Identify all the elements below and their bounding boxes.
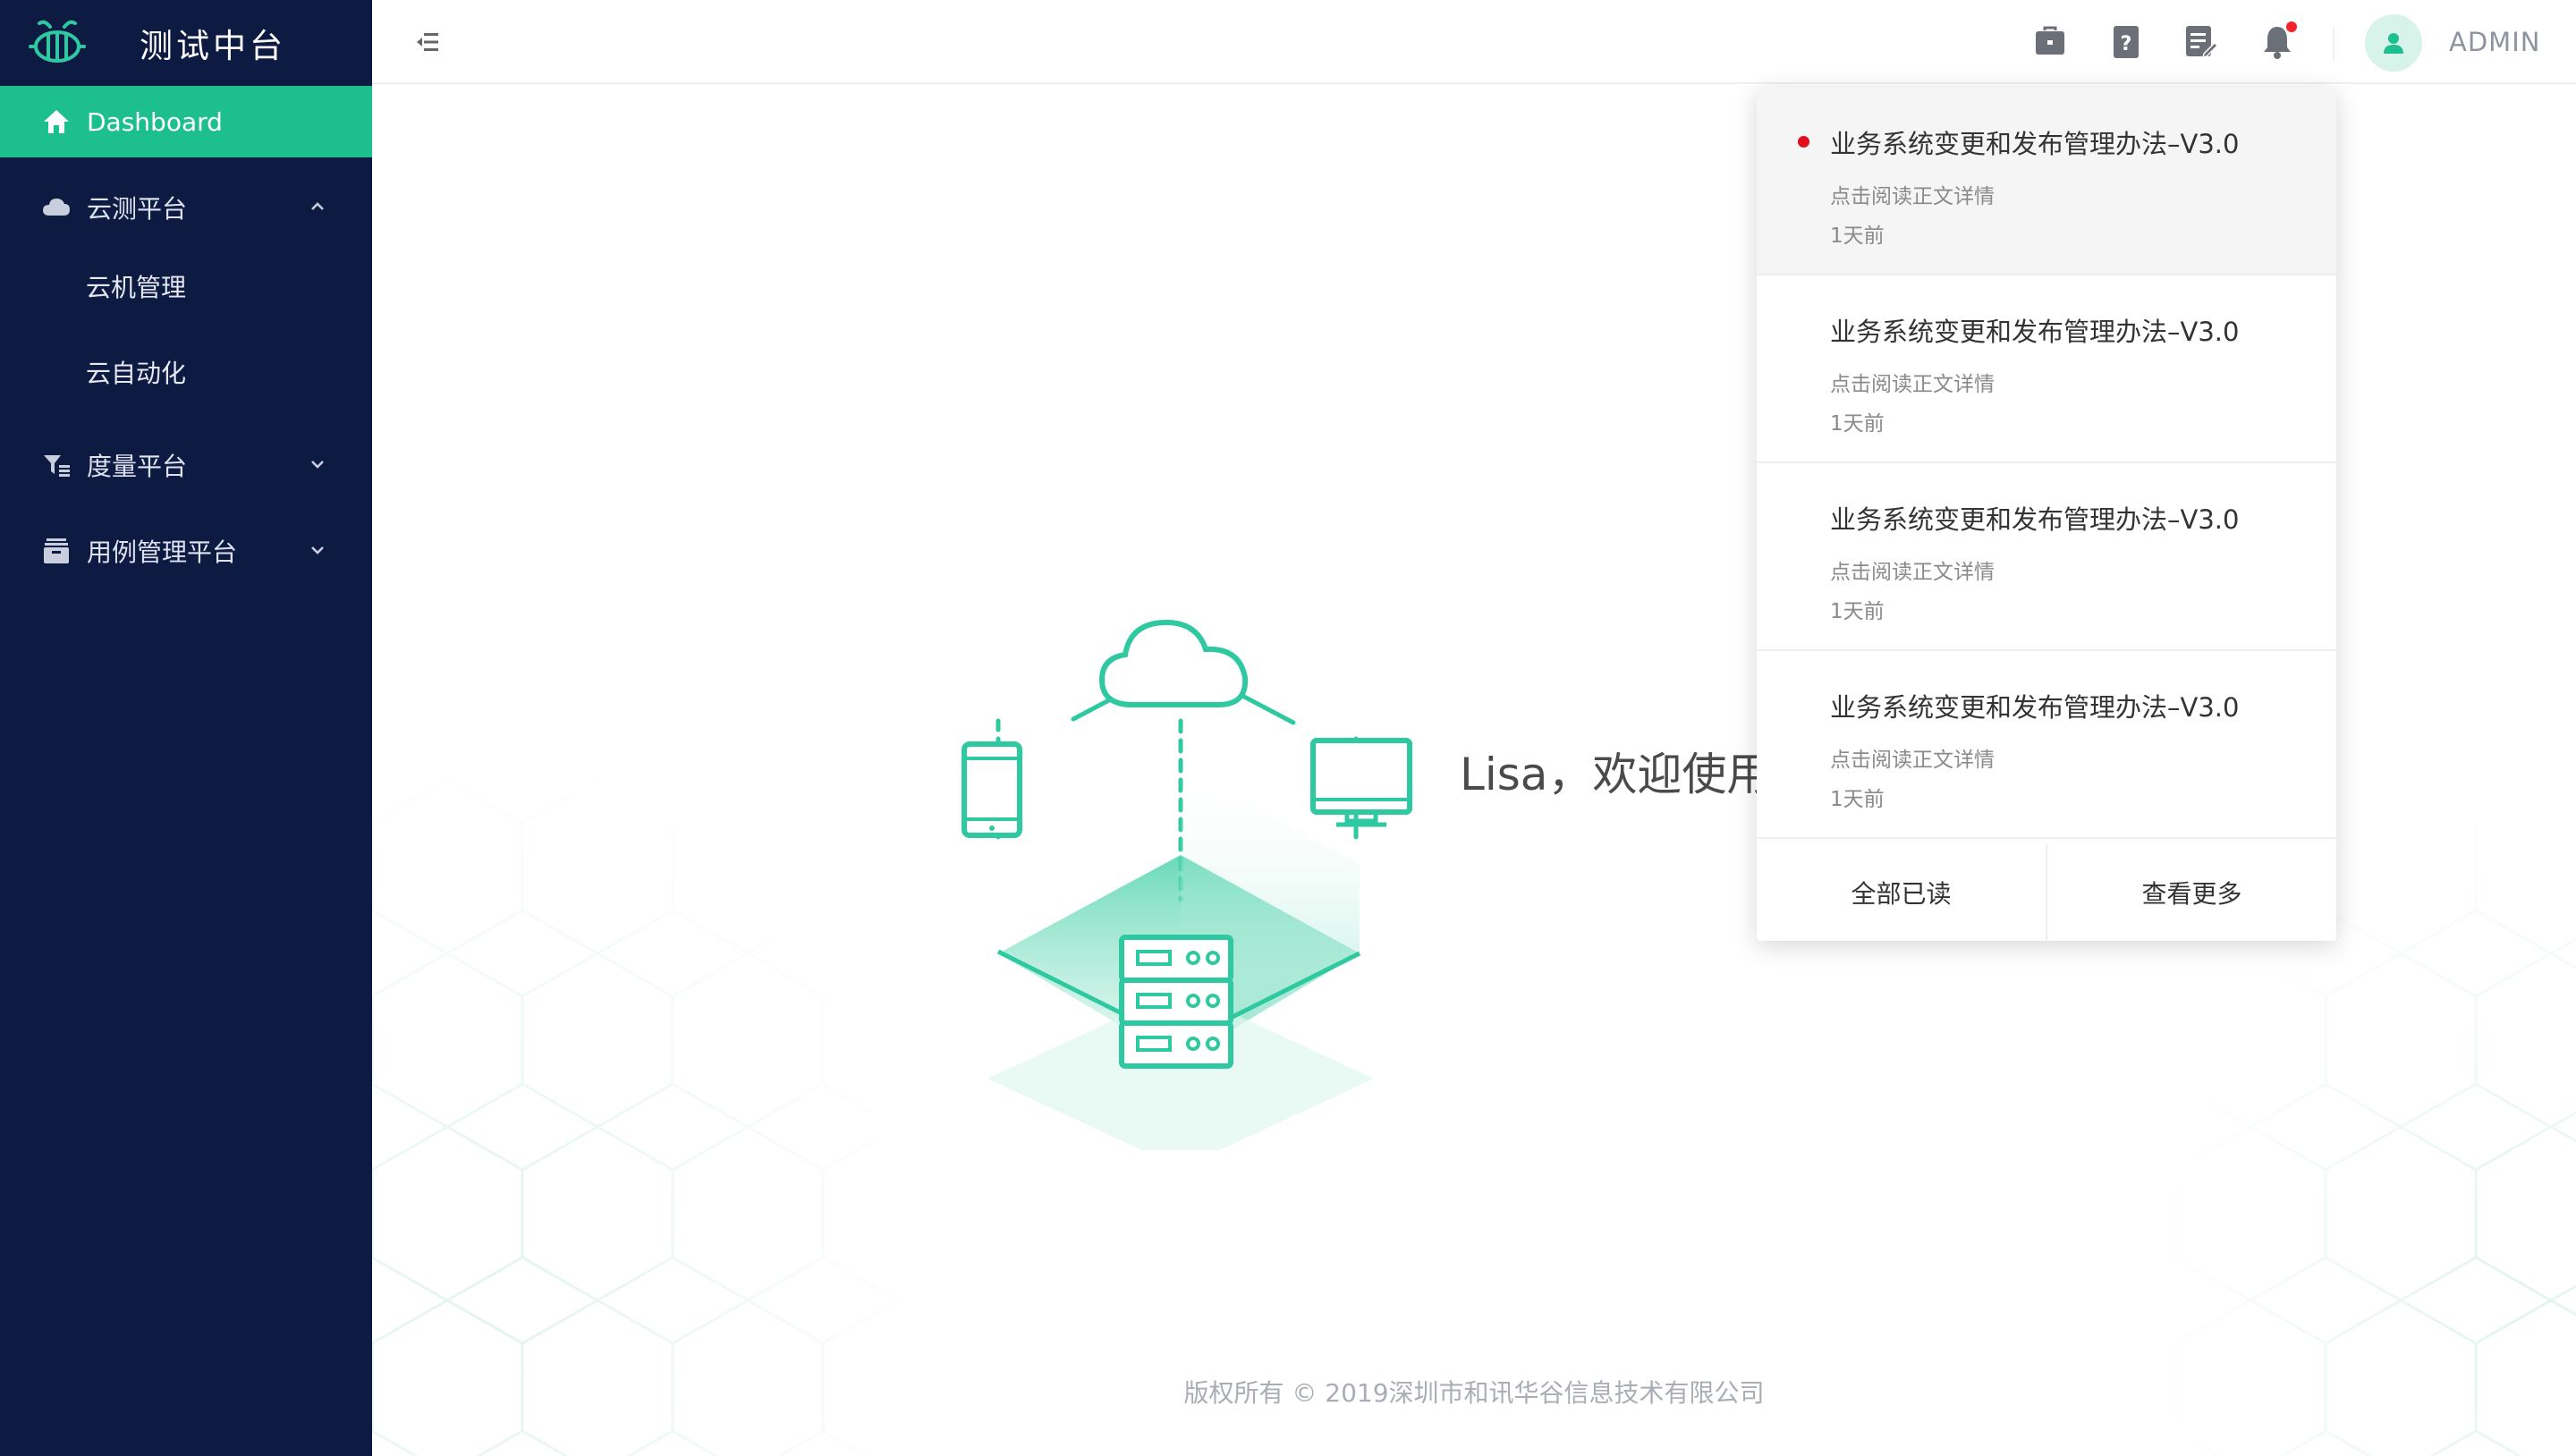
app-title: 测试中台: [140, 27, 286, 65]
copyright-footer: 版权所有 © 2019深圳市和讯华谷信息技术有限公司: [1183, 1378, 1765, 1408]
view-more-button[interactable]: 查看更多: [2046, 844, 2336, 941]
notification-title: 业务系统变更和发布管理办法–V3.0: [1830, 129, 2240, 159]
cloud-icon: [40, 191, 72, 224]
notification-title: 业务系统变更和发布管理办法–V3.0: [1830, 692, 2240, 723]
sidebar-item-label: Dashboard: [87, 106, 223, 137]
edit-note-icon[interactable]: [2182, 23, 2219, 61]
top-header: [372, 0, 2576, 84]
help-doc-icon[interactable]: ?: [2108, 23, 2144, 61]
unread-dot: [1798, 136, 1809, 148]
avatar[interactable]: [2365, 14, 2422, 72]
cloud-network-illustration: [962, 619, 1412, 1150]
filter-list-icon: [40, 449, 72, 481]
notification-item[interactable]: 业务系统变更和发布管理办法–V3.0 点击阅读正文详情 1天前: [1757, 463, 2336, 651]
notification-title: 业务系统变更和发布管理办法–V3.0: [1830, 317, 2240, 347]
notification-actions: 全部已读 查看更多: [1757, 844, 2336, 941]
notification-dropdown: 业务系统变更和发布管理办法–V3.0 点击阅读正文详情 1天前 业务系统变更和发…: [1757, 88, 2336, 941]
notification-time: 1天前: [1830, 224, 1885, 248]
notification-time: 1天前: [1830, 412, 1885, 436]
sidebar-item-cloud-test[interactable]: 云测平台: [0, 172, 372, 243]
user-name[interactable]: ADMIN: [2449, 27, 2540, 57]
sidebar-subitem-cloud-machine[interactable]: 云机管理: [0, 243, 372, 329]
sidebar-item-label: 云测平台: [87, 194, 188, 224]
notification-item[interactable]: 业务系统变更和发布管理办法–V3.0 点击阅读正文详情 1天前: [1757, 275, 2336, 463]
notification-item[interactable]: 业务系统变更和发布管理办法–V3.0 点击阅读正文详情 1天前: [1757, 651, 2336, 839]
menu-fold-icon[interactable]: [415, 30, 440, 54]
welcome-message: Lisa，欢迎使用: [1460, 749, 1772, 800]
notification-subtitle: 点击阅读正文详情: [1830, 373, 1995, 396]
bee-logo-icon: [29, 20, 86, 63]
notification-subtitle: 点击阅读正文详情: [1830, 185, 1995, 208]
chevron-down-icon: [311, 461, 324, 469]
notification-time: 1天前: [1830, 600, 1885, 623]
notification-subtitle: 点击阅读正文详情: [1830, 749, 1995, 772]
brand[interactable]: 测试中台: [0, 0, 372, 86]
sidebar-subitem-cloud-automation[interactable]: 云自动化: [0, 329, 372, 415]
notification-subtitle: 点击阅读正文详情: [1830, 561, 1995, 584]
sidebar-item-dashboard[interactable]: Dashboard: [0, 86, 372, 157]
sidebar-item-label: 用例管理平台: [87, 538, 238, 567]
notification-time: 1天前: [1830, 788, 1885, 811]
notification-badge: [2286, 21, 2297, 32]
archive-box-icon: [40, 535, 72, 567]
sidebar-item-testcase[interactable]: 用例管理平台: [0, 515, 372, 587]
home-icon: [40, 106, 72, 138]
sidebar-item-metrics[interactable]: 度量平台: [0, 429, 372, 501]
chevron-down-icon: [311, 546, 324, 554]
svg-text:?: ?: [2121, 33, 2132, 55]
sidebar: 测试中台 Dashboard 云测平台 云机管理 云自动化 度量平台 用例管理平…: [0, 0, 372, 1456]
mark-all-read-button[interactable]: 全部已读: [1757, 844, 2046, 941]
notification-title: 业务系统变更和发布管理办法–V3.0: [1830, 504, 2240, 535]
user-icon: [2384, 33, 2403, 54]
briefcase-icon[interactable]: [2032, 23, 2068, 61]
chevron-up-icon: [311, 202, 324, 210]
header-divider: [2333, 27, 2334, 61]
sidebar-item-label: 度量平台: [87, 452, 188, 481]
notification-item[interactable]: 业务系统变更和发布管理办法–V3.0 点击阅读正文详情 1天前: [1757, 88, 2336, 275]
